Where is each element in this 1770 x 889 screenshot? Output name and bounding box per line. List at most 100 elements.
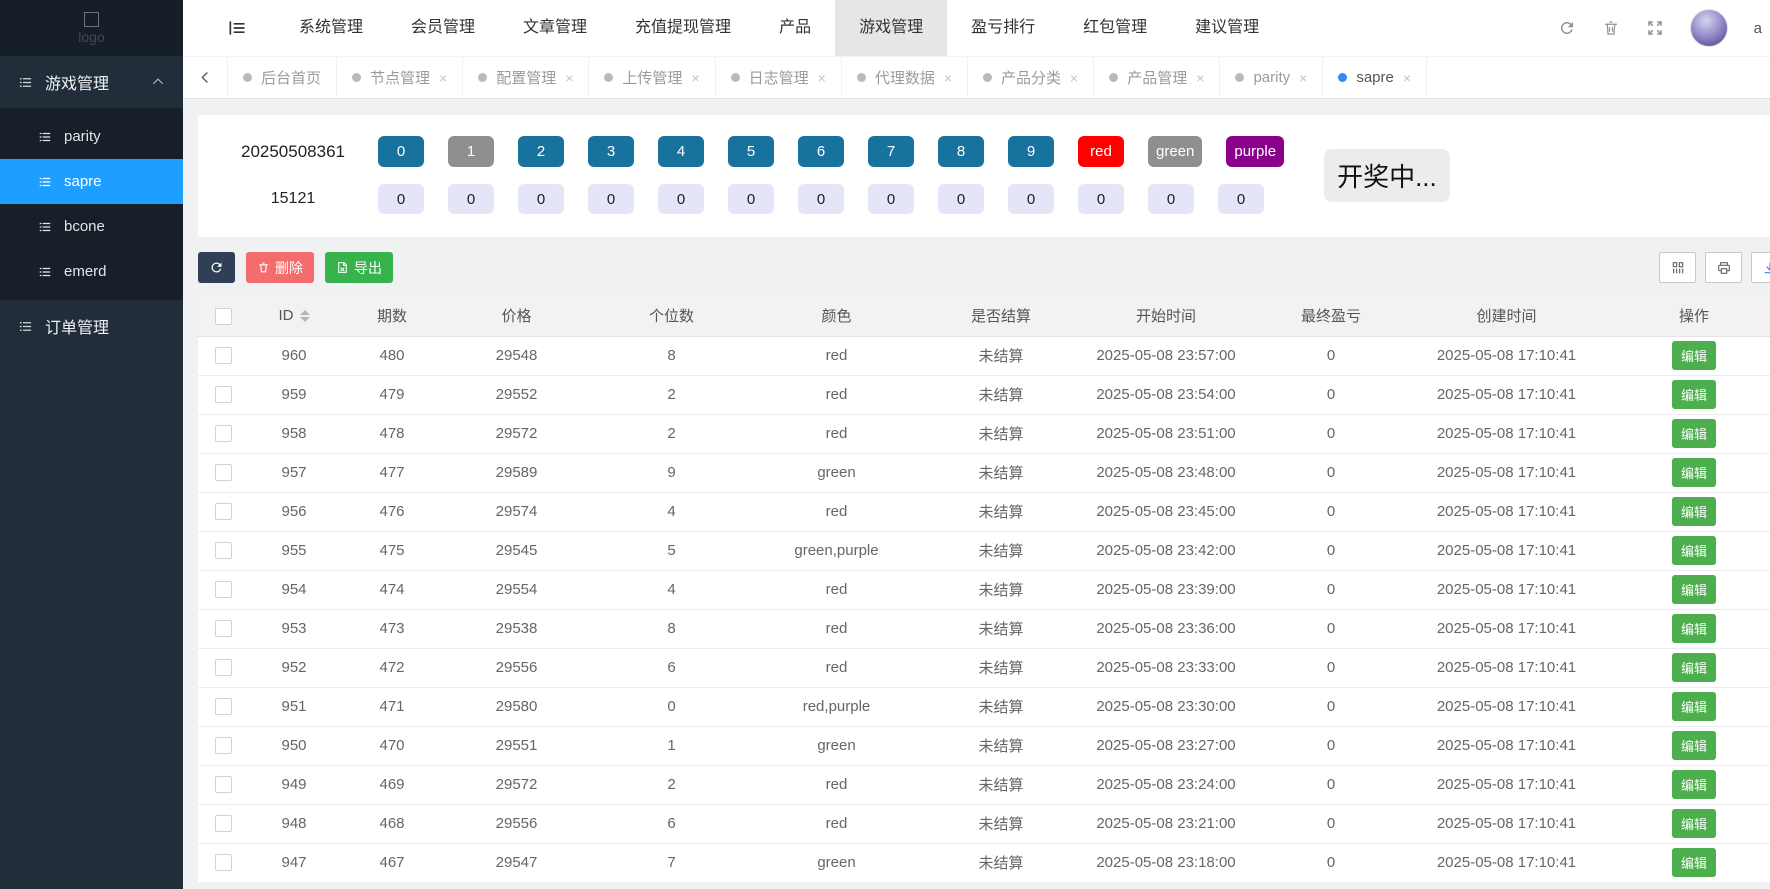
bet-button-green[interactable]: green (1148, 136, 1203, 167)
tab-配置管理[interactable]: 配置管理 × (462, 57, 588, 98)
sidebar-item-emerd[interactable]: emerd (0, 249, 183, 294)
export-icon-button[interactable] (1751, 252, 1770, 283)
row-checkbox[interactable] (214, 347, 232, 365)
row-checkbox[interactable] (214, 737, 232, 755)
chevron-left-icon[interactable] (183, 57, 227, 98)
close-icon[interactable]: × (1403, 71, 1411, 85)
row-checkbox[interactable] (214, 659, 232, 677)
nav-item[interactable]: 文章管理 (499, 0, 611, 56)
edit-button[interactable]: 编辑 (1671, 419, 1716, 448)
edit-button[interactable]: 编辑 (1671, 341, 1716, 370)
close-icon[interactable]: × (439, 71, 447, 85)
tab-上传管理[interactable]: 上传管理 × (588, 57, 714, 98)
nav-item[interactable]: 会员管理 (387, 0, 499, 56)
close-icon[interactable]: × (1070, 71, 1078, 85)
nav-item[interactable]: 盈亏排行 (947, 0, 1059, 56)
edit-button[interactable]: 编辑 (1671, 536, 1716, 565)
select-all-checkbox[interactable] (214, 307, 232, 325)
sidebar-section-game[interactable]: 游戏管理 (0, 56, 183, 108)
nav-item[interactable]: 产品 (755, 0, 835, 56)
row-checkbox[interactable] (214, 542, 232, 560)
edit-button[interactable]: 编辑 (1671, 380, 1716, 409)
row-checkbox[interactable] (214, 425, 232, 443)
tab-产品分类[interactable]: 产品分类 × (967, 57, 1093, 98)
fullscreen-icon[interactable] (1646, 19, 1664, 37)
bet-button-4[interactable]: 4 (658, 136, 704, 167)
delete-button[interactable]: 删除 (246, 252, 314, 283)
bet-button-7[interactable]: 7 (868, 136, 914, 167)
edit-button[interactable]: 编辑 (1671, 770, 1716, 799)
row-checkbox[interactable] (214, 698, 232, 716)
export-button[interactable]: 导出 (325, 252, 393, 283)
cell-color: green,purple (754, 531, 919, 571)
edit-button[interactable]: 编辑 (1671, 614, 1716, 643)
edit-button[interactable]: 编辑 (1671, 575, 1716, 604)
edit-button[interactable]: 编辑 (1671, 731, 1716, 760)
nav-item[interactable]: 建议管理 (1171, 0, 1283, 56)
close-icon[interactable]: × (1299, 71, 1307, 85)
cell-digit: 0 (589, 687, 754, 727)
column-header-ID: ID (248, 296, 340, 337)
tab-产品管理[interactable]: 产品管理 × (1093, 57, 1219, 98)
close-icon[interactable]: × (1196, 71, 1204, 85)
bet-button-5[interactable]: 5 (728, 136, 774, 167)
bet-button-2[interactable]: 2 (518, 136, 564, 167)
tab-代理数据[interactable]: 代理数据 × (840, 57, 967, 98)
avatar[interactable] (1689, 9, 1728, 47)
edit-button[interactable]: 编辑 (1671, 497, 1716, 526)
row-checkbox[interactable] (214, 503, 232, 521)
nav-item[interactable]: 红包管理 (1059, 0, 1171, 56)
draw-status: 开奖中... (1324, 148, 1450, 202)
close-icon[interactable]: × (944, 71, 952, 85)
sort-icon[interactable] (299, 310, 310, 323)
tab-日志管理[interactable]: 日志管理 × (714, 57, 841, 98)
sidebar-item-bcone[interactable]: bcone (0, 204, 183, 249)
tab-sapre[interactable]: sapre × (1322, 57, 1428, 98)
bet-button-9[interactable]: 9 (1008, 136, 1054, 167)
cell-price: 29572 (444, 765, 589, 805)
cell-id: 953 (248, 609, 340, 649)
bet-button-0[interactable]: 0 (378, 136, 424, 167)
bet-button-1[interactable]: 1 (448, 136, 494, 167)
cell-id: 951 (248, 687, 340, 727)
refresh-button[interactable] (198, 252, 235, 283)
sidebar-item-parity[interactable]: parity (0, 114, 183, 159)
nav-item[interactable]: 游戏管理 (835, 0, 948, 56)
close-icon[interactable]: × (691, 71, 699, 85)
tab-节点管理[interactable]: 节点管理 × (336, 57, 462, 98)
trash-icon[interactable] (1602, 19, 1620, 37)
sidebar-section-orders[interactable]: 订单管理 (0, 300, 183, 352)
cell-start: 2025-05-08 23:51:00 (1083, 414, 1249, 454)
tab-parity[interactable]: parity × (1219, 57, 1322, 98)
edit-button[interactable]: 编辑 (1671, 809, 1716, 838)
edit-button[interactable]: 编辑 (1671, 692, 1716, 721)
bet-button-8[interactable]: 8 (938, 136, 984, 167)
row-checkbox[interactable] (214, 854, 232, 872)
bet-button-6[interactable]: 6 (798, 136, 844, 167)
edit-button[interactable]: 编辑 (1671, 458, 1716, 487)
edit-button[interactable]: 编辑 (1671, 848, 1716, 877)
refresh-icon[interactable] (1558, 19, 1576, 37)
cell-color: green (754, 453, 919, 493)
cell-id: 956 (248, 492, 340, 532)
nav-item[interactable]: 充值提现管理 (611, 0, 755, 56)
columns-icon[interactable] (1659, 252, 1696, 283)
row-checkbox[interactable] (214, 386, 232, 404)
row-checkbox[interactable] (214, 815, 232, 833)
bet-button-red[interactable]: red (1078, 136, 1124, 167)
bet-button-3[interactable]: 3 (588, 136, 634, 167)
printer-icon[interactable] (1705, 252, 1742, 283)
row-checkbox[interactable] (214, 776, 232, 794)
bet-button-purple[interactable]: purple (1226, 136, 1285, 167)
row-checkbox[interactable] (214, 620, 232, 638)
sidebar-item-sapre[interactable]: sapre (0, 159, 183, 204)
row-checkbox[interactable] (214, 581, 232, 599)
edit-button[interactable]: 编辑 (1671, 653, 1716, 682)
nav-item[interactable]: 系统管理 (275, 0, 387, 56)
row-checkbox[interactable] (214, 464, 232, 482)
close-icon[interactable]: × (565, 71, 573, 85)
tab-dot (604, 73, 614, 82)
close-icon[interactable]: × (818, 71, 826, 85)
sidebar-toggle-icon[interactable] (227, 18, 247, 38)
tab-后台首页[interactable]: 后台首页 (227, 57, 336, 98)
